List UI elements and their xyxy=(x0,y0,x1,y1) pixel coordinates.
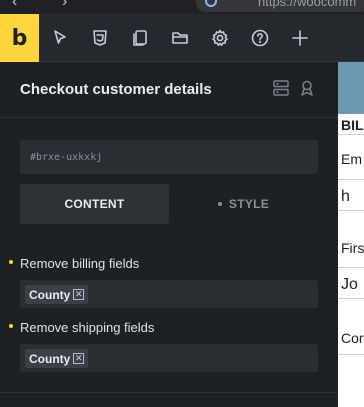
remove-billing-fields-select[interactable]: County ✕ xyxy=(20,280,318,308)
tag-label: County xyxy=(29,351,71,366)
divider xyxy=(338,134,364,135)
url-text[interactable]: https://woocomm xyxy=(258,0,356,9)
element-id-field[interactable]: #brxe-uxkxkj xyxy=(20,140,318,174)
divider xyxy=(338,354,364,355)
selected-tag: County ✕ xyxy=(25,285,89,304)
changed-indicator xyxy=(9,324,13,328)
style-dot-icon xyxy=(217,202,222,206)
changed-indicator xyxy=(9,260,13,264)
builder-toolbar: b xyxy=(0,14,364,62)
bricks-logo[interactable]: b xyxy=(0,14,39,62)
remove-shipping-fields-select[interactable]: County ✕ xyxy=(20,344,318,372)
preview-header xyxy=(338,62,364,114)
preview-canvas[interactable]: BIL Em h Firs Jo Con xyxy=(338,62,364,407)
preview-text: BIL xyxy=(341,117,364,133)
preview-text: h xyxy=(341,188,350,205)
preview-text: Em xyxy=(341,151,362,167)
tab-content[interactable]: CONTENT xyxy=(20,184,169,224)
pages-icon[interactable] xyxy=(128,26,152,50)
panel-header: Checkout customer details xyxy=(0,62,338,118)
remove-tag-icon[interactable]: ✕ xyxy=(73,289,85,300)
gear-icon[interactable] xyxy=(208,26,232,50)
forward-icon[interactable]: › xyxy=(62,0,67,11)
tab-style-label: STYLE xyxy=(228,197,270,211)
back-icon[interactable]: ‹ xyxy=(12,0,17,11)
pointer-icon[interactable] xyxy=(48,26,72,50)
preview-text: Jo xyxy=(341,276,358,293)
help-icon[interactable] xyxy=(248,26,272,50)
tag-label: County xyxy=(29,287,71,302)
remove-shipping-fields-label: Remove shipping fields xyxy=(20,320,155,335)
preview-text: Firs xyxy=(341,240,364,256)
css3-icon[interactable] xyxy=(88,26,112,50)
remove-tag-icon[interactable]: ✕ xyxy=(73,353,85,364)
panel-title: Checkout customer details xyxy=(20,81,212,98)
plus-icon[interactable] xyxy=(288,26,312,50)
toggle-view-icon[interactable] xyxy=(272,79,292,99)
element-badge-icon[interactable] xyxy=(298,79,318,99)
divider xyxy=(0,392,338,393)
element-settings-panel: Checkout customer details #brxe-uxkxkj C… xyxy=(0,62,338,407)
remove-billing-fields-label: Remove billing fields xyxy=(20,256,140,271)
tab-style[interactable]: STYLE xyxy=(169,184,318,224)
browser-bar: ‹ › https://woocomm xyxy=(0,0,364,14)
folder-icon[interactable] xyxy=(168,26,192,50)
selected-tag: County ✕ xyxy=(25,349,89,368)
preview-text: Con xyxy=(341,330,364,346)
